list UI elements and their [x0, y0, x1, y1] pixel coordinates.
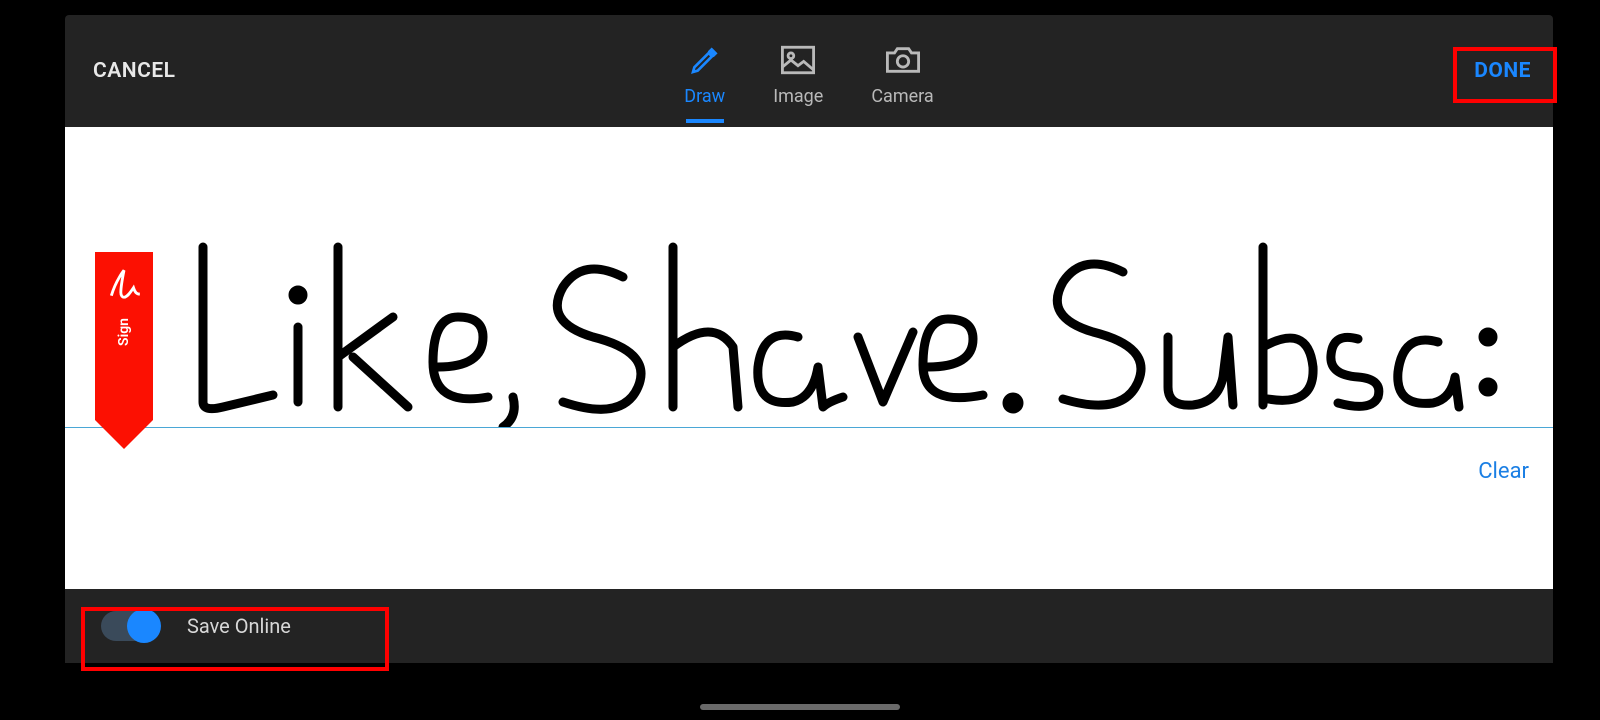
- screen: CANCEL Draw Image: [0, 0, 1600, 720]
- done-button[interactable]: DONE: [1460, 49, 1545, 93]
- save-online-label: Save Online: [187, 614, 291, 638]
- pen-icon: [687, 42, 723, 78]
- topbar: CANCEL Draw Image: [65, 15, 1553, 127]
- toggle-knob: [127, 609, 161, 643]
- bottombar: Save Online: [65, 589, 1553, 663]
- adobe-logo-icon: [95, 264, 153, 306]
- tab-label: Camera: [871, 86, 933, 107]
- input-mode-tabs: Draw Image Camera: [684, 20, 933, 123]
- tab-draw[interactable]: Draw: [684, 42, 725, 123]
- image-icon: [780, 42, 816, 78]
- home-indicator[interactable]: [700, 704, 900, 710]
- tab-camera[interactable]: Camera: [871, 42, 933, 107]
- save-online-toggle[interactable]: [101, 611, 159, 641]
- signature-dialog: CANCEL Draw Image: [65, 15, 1553, 663]
- adobe-sign-ribbon: Sign: [95, 252, 153, 420]
- tab-image[interactable]: Image: [773, 42, 823, 107]
- tab-label: Image: [773, 86, 823, 107]
- cancel-button[interactable]: CANCEL: [93, 59, 176, 83]
- clear-button[interactable]: Clear: [1478, 459, 1529, 484]
- signature-canvas[interactable]: Sign: [65, 127, 1553, 589]
- tab-underline: [686, 119, 724, 123]
- camera-icon: [885, 42, 921, 78]
- signature-baseline: [65, 427, 1553, 428]
- handwritten-signature: [183, 227, 1523, 427]
- ribbon-label: Sign: [116, 318, 132, 346]
- tab-label: Draw: [684, 86, 725, 107]
